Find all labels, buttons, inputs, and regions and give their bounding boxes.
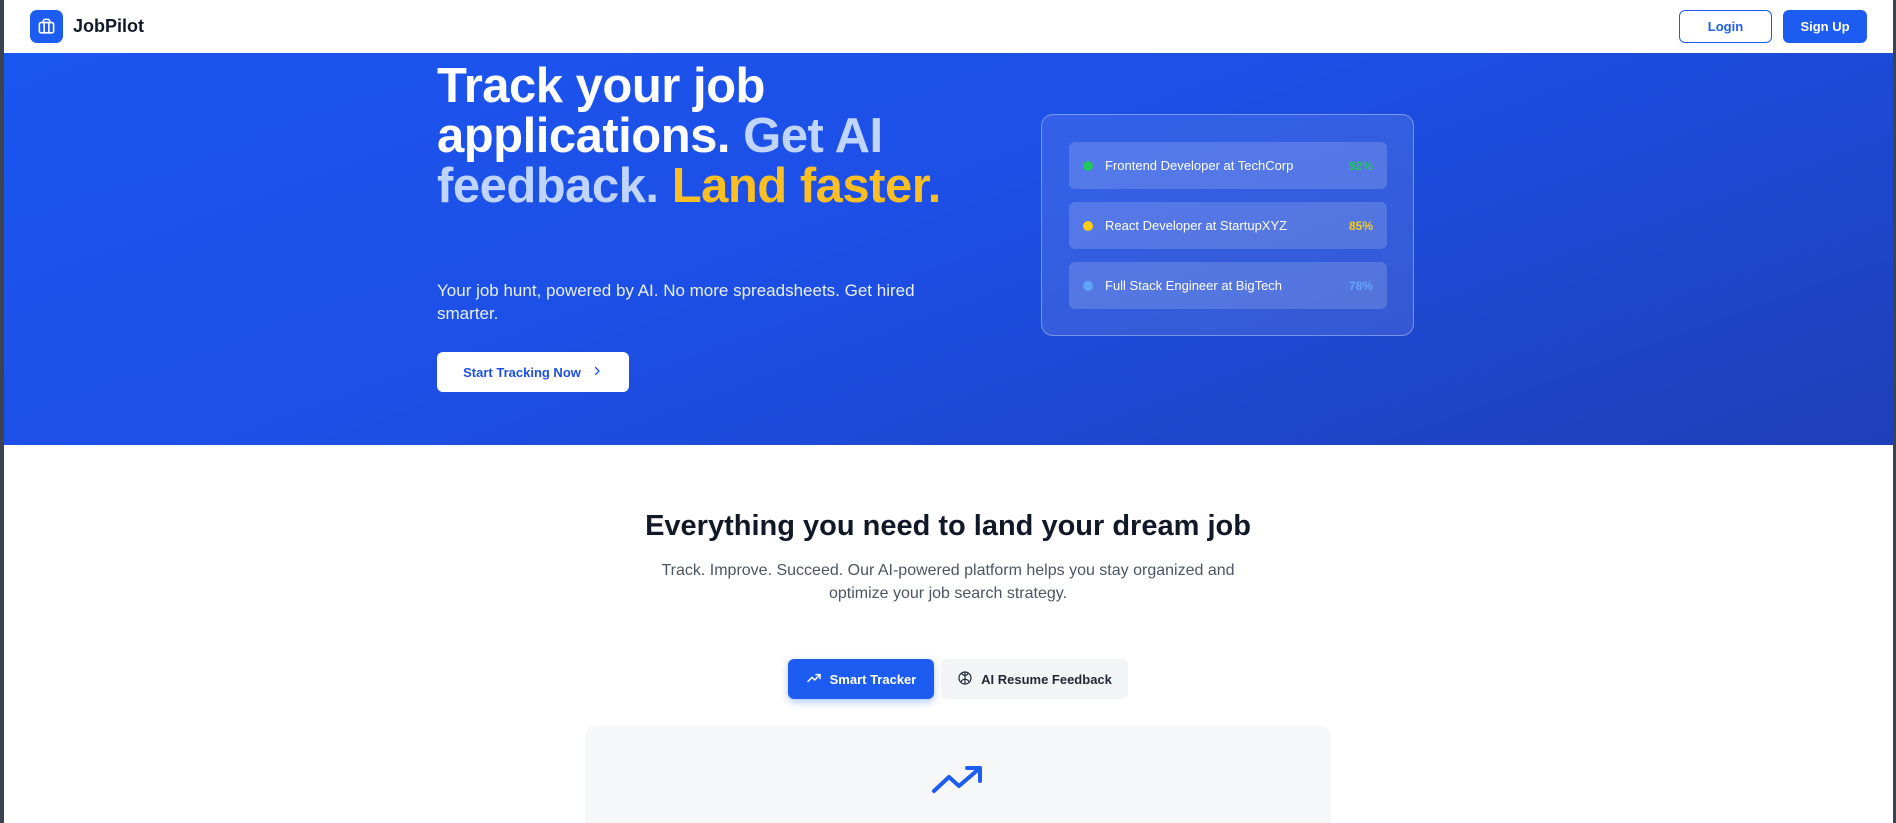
features-subtitle: Track. Improve. Succeed. Our AI-powered … xyxy=(661,562,1235,602)
top-nav: JobPilot Login Sign Up xyxy=(4,0,1893,53)
start-tracking-label: Start Tracking Now xyxy=(463,364,581,380)
job-match-score: 92% xyxy=(1348,158,1373,173)
job-row[interactable]: React Developer at StartupXYZ 85% xyxy=(1069,202,1387,249)
job-match-score: 85% xyxy=(1348,218,1373,233)
job-row[interactable]: Frontend Developer at TechCorp 92% xyxy=(1069,142,1387,189)
job-title: Frontend Developer at TechCorp xyxy=(1105,158,1294,173)
hero-subtitle: Your job hunt, powered by AI. No more sp… xyxy=(437,281,915,323)
tab-label: Smart Tracker xyxy=(829,671,917,687)
job-title: Full Stack Engineer at BigTech xyxy=(1105,278,1283,293)
trending-up-icon xyxy=(931,763,985,802)
signup-button[interactable]: Sign Up xyxy=(1783,10,1867,43)
tab-label: AI Resume Feedback xyxy=(981,671,1112,687)
brand-name[interactable]: JobPilot xyxy=(73,16,144,37)
tab-smart-tracker[interactable]: Smart Tracker xyxy=(788,659,934,699)
hero-title: Track your job applications. Get AI feed… xyxy=(437,61,957,211)
trending-up-icon xyxy=(806,670,822,689)
features-title: Everything you need to land your dream j… xyxy=(645,510,1251,542)
status-dot xyxy=(1083,160,1093,171)
feature-panel xyxy=(585,726,1331,823)
login-button[interactable]: Login xyxy=(1679,10,1772,43)
chevron-right-icon xyxy=(591,365,603,380)
start-tracking-button[interactable]: Start Tracking Now xyxy=(437,352,629,392)
window-frame-left xyxy=(0,0,4,823)
brain-icon xyxy=(957,670,973,689)
tab-ai-resume-feedback[interactable]: AI Resume Feedback xyxy=(941,659,1128,699)
status-dot xyxy=(1083,220,1093,231)
hero-title-accent-land: Land faster. xyxy=(671,159,942,213)
hero-title-main: Track your job applications. xyxy=(437,59,765,163)
job-row[interactable]: Full Stack Engineer at BigTech 78% xyxy=(1069,262,1387,309)
application-preview-card: Frontend Developer at TechCorp 92% React… xyxy=(1041,114,1414,336)
job-match-score: 78% xyxy=(1348,278,1373,293)
job-title: React Developer at StartupXYZ xyxy=(1105,218,1288,233)
hero-section: Track your job applications. Get AI feed… xyxy=(4,53,1893,445)
status-dot xyxy=(1083,280,1093,291)
briefcase-icon[interactable] xyxy=(30,10,63,43)
